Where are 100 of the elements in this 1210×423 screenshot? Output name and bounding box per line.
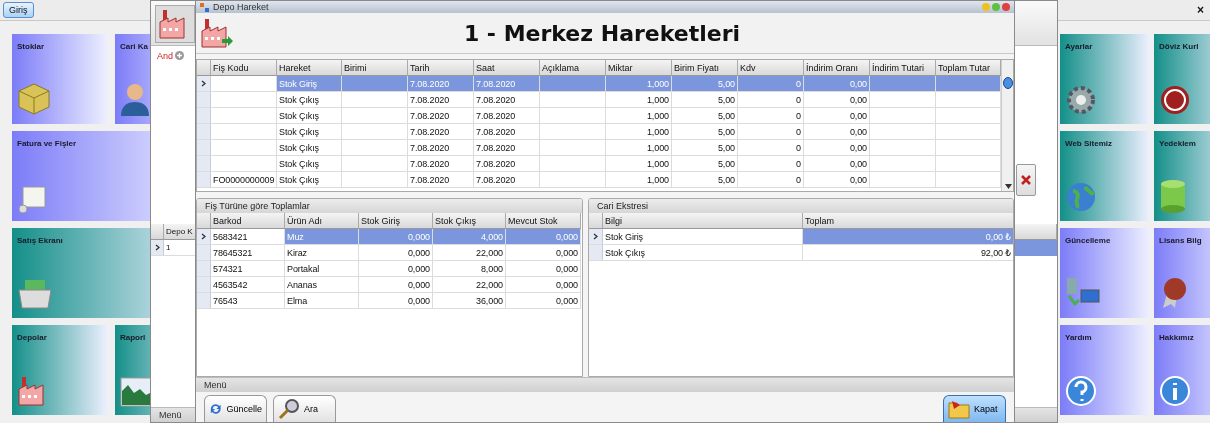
column-header[interactable]: Saat [474, 60, 540, 76]
column-header[interactable]: Hareket [277, 60, 342, 76]
gear-icon [1065, 84, 1097, 116]
tile-label: Cari Ka [120, 42, 149, 51]
column-header[interactable]: Bilgi [603, 213, 803, 229]
table-cell: Portakal [285, 261, 359, 277]
menu-tile[interactable]: Güncelleme [1060, 228, 1150, 318]
folder-icon [948, 399, 970, 419]
table-cell: 574321 [211, 261, 285, 277]
table-cell: 0,00 [804, 92, 870, 108]
table-cell: 0,000 [506, 261, 581, 277]
column-header[interactable]: Kdv [738, 60, 804, 76]
table-cell: 7.08.2020 [408, 124, 474, 140]
menu-label: Menü [204, 380, 227, 390]
table-cell [211, 156, 277, 172]
menu-tile[interactable]: Lisans Bilg [1154, 228, 1210, 318]
table-cell: 5,00 [672, 108, 738, 124]
column-header[interactable]: Miktar [606, 60, 672, 76]
table-cell: 4563542 [211, 277, 285, 293]
menu-tile[interactable]: Döviz Kurl [1154, 34, 1210, 124]
column-header[interactable]: Stok Çıkış [433, 213, 506, 229]
column-header[interactable]: Tarih [408, 60, 474, 76]
table-cell: 1,000 [606, 92, 672, 108]
tab[interactable]: Giriş [3, 2, 34, 18]
toolbar-button[interactable]: Güncelle [204, 395, 267, 422]
table-cell [211, 92, 277, 108]
column-header[interactable]: Ürün Adı [285, 213, 359, 229]
panel-title: Cari Ekstresi [589, 199, 1013, 213]
table-cell: 0,00 [804, 108, 870, 124]
table-cell [211, 124, 277, 140]
table-cell: 0,000 [359, 261, 433, 277]
table-cell: Stok Giriş [603, 229, 803, 245]
table-cell: Stok Çıkış [277, 140, 342, 156]
tile-label: Döviz Kurl [1159, 42, 1200, 51]
table-cell: 0,000 [359, 229, 433, 245]
table-cell: 76543 [211, 293, 285, 309]
tile-label: Depolar [17, 333, 48, 342]
column-header[interactable]: İndirim Oranı [804, 60, 870, 76]
column-header[interactable]: Toplam Tutar [936, 60, 1001, 76]
table-cell: Stok Giriş [277, 76, 342, 92]
column-header[interactable]: Barkod [211, 213, 285, 229]
table-cell: 7.08.2020 [408, 76, 474, 92]
menu-tile[interactable]: Web Sitemiz [1060, 131, 1150, 221]
table-cell: 7.08.2020 [474, 76, 540, 92]
heading: 1 - Merkez Hareketleri [462, 20, 742, 46]
table-cell: 0,00 [804, 124, 870, 140]
row-indicator[interactable] [151, 240, 164, 256]
menu-tile[interactable]: Yedeklem [1154, 131, 1210, 221]
column-header[interactable]: Birim Fiyatı [672, 60, 738, 76]
table-cell [211, 140, 277, 156]
column-header[interactable]: Birimi [342, 60, 408, 76]
tile-label: Web Sitemiz [1065, 139, 1113, 148]
menu-tile[interactable]: Hakkımız [1154, 325, 1210, 415]
toolbar-button[interactable] [155, 5, 195, 43]
table-cell: Ananas [285, 277, 359, 293]
table-cell: Stok Çıkış [603, 245, 803, 261]
menu-tile[interactable]: Yardım [1060, 325, 1150, 415]
table-cell: 5,00 [672, 172, 738, 188]
table-cell: 7.08.2020 [474, 172, 540, 188]
row-indicator[interactable] [197, 229, 211, 245]
table-cell: 0 [738, 156, 804, 172]
scrollbar[interactable] [1001, 60, 1013, 191]
column-header[interactable]: Mevcut Stok [506, 213, 581, 229]
window-title: Depo Hareket [213, 2, 269, 12]
table-cell: 1,000 [606, 76, 672, 92]
close-button[interactable]: × [1197, 3, 1207, 17]
down-arrow-icon[interactable] [1004, 184, 1012, 189]
table-cell: 1,000 [606, 108, 672, 124]
row-indicator[interactable] [197, 76, 211, 92]
table-cell: 5,00 [672, 140, 738, 156]
menu-tile[interactable]: Ayarlar [1060, 34, 1150, 124]
table-cell: 0 [738, 172, 804, 188]
add-icon[interactable] [175, 51, 184, 60]
table-cell: 0,000 [359, 277, 433, 293]
filter-operator[interactable]: And [157, 51, 173, 61]
column-header[interactable]: Toplam [803, 213, 1013, 229]
help-icon [1065, 375, 1097, 407]
tile-label: Raporl [120, 333, 147, 342]
table-cell: 0,00 [804, 156, 870, 172]
cube-icon [17, 82, 51, 116]
table-cell: 7.08.2020 [474, 124, 540, 140]
column-header[interactable]: Stok Giriş [359, 213, 433, 229]
search-icon [278, 398, 300, 420]
menu-tile[interactable]: Depolar [12, 325, 108, 415]
table-cell: 7.08.2020 [408, 156, 474, 172]
scroll-thumb-icon[interactable] [1003, 77, 1013, 89]
table-cell: Stok Çıkış [277, 156, 342, 172]
delete-button[interactable] [1016, 164, 1036, 196]
toolbar-button[interactable]: Ara [273, 395, 336, 422]
column-header[interactable]: İndirim Tutari [870, 60, 936, 76]
table-cell: 7.08.2020 [408, 108, 474, 124]
table-cell [211, 108, 277, 124]
column-header[interactable]: Fiş Kodu [211, 60, 277, 76]
table-cell: 0,000 [506, 277, 581, 293]
table-cell: 0,00 [804, 140, 870, 156]
tile-label: Lisans Bilg [1159, 236, 1203, 245]
toolbar-button[interactable]: Kapat [943, 395, 1006, 422]
column-header[interactable]: Açıklama [540, 60, 606, 76]
row-indicator[interactable] [589, 229, 603, 245]
menu-tile[interactable]: Stoklar [12, 34, 108, 124]
